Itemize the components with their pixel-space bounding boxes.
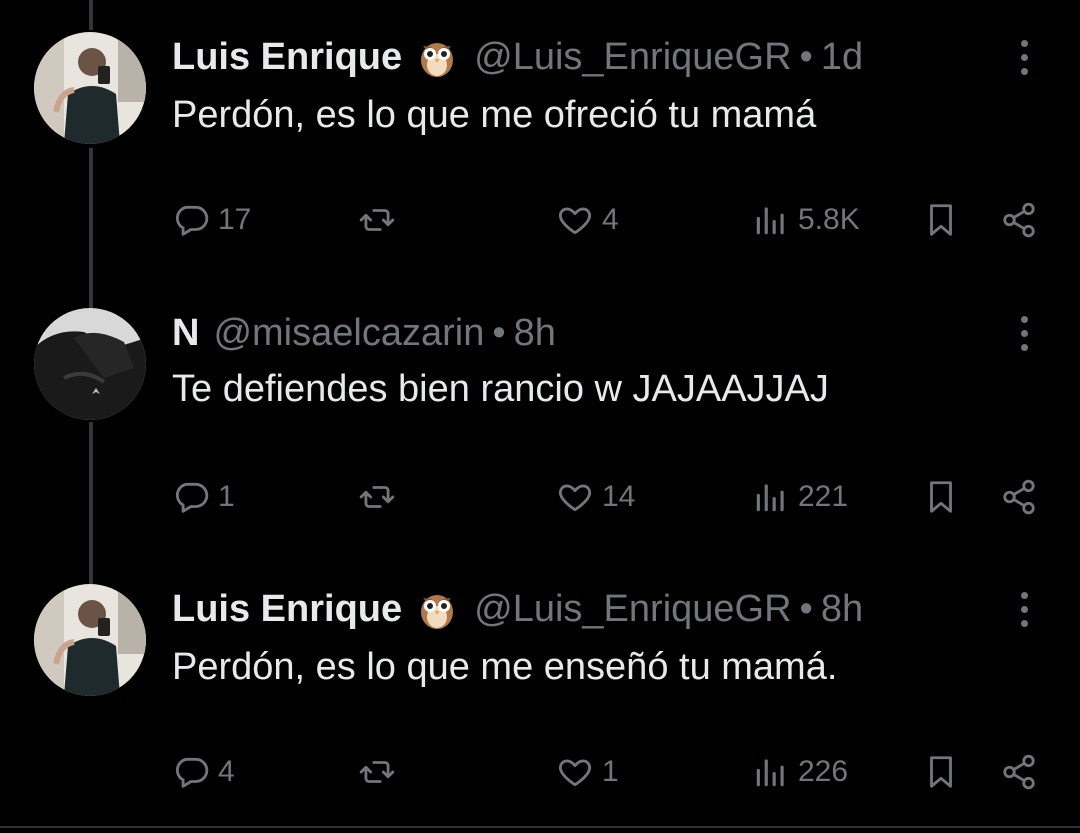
reply-icon [175,482,209,513]
like-button[interactable]: 4 [556,195,619,245]
tweet-header: Luis Enrique @Luis_EnriqueGR • 1d [172,32,863,82]
bookmark-icon [930,204,952,236]
user-handle[interactable]: @misaelcazarin [213,308,484,358]
separator-dot: • [492,312,506,354]
tweet-header: N @misaelcazarin • 8h [172,308,556,358]
timestamp[interactable]: 8h [514,308,556,358]
like-count: 1 [602,755,619,788]
more-icon[interactable] [1012,316,1036,356]
tweet[interactable]: N @misaelcazarin • 8h Te defiendes bien … [0,276,1080,552]
reply-button[interactable]: 1 [172,472,235,522]
reply-icon [175,205,209,236]
more-icon[interactable] [1012,40,1036,80]
tweet-text: Te defiendes bien rancio w JAJAAJJAJ [172,368,829,410]
heart-icon [558,484,592,512]
views-button[interactable]: 5.8K [752,195,860,245]
display-name[interactable]: Luis Enrique [172,584,402,634]
share-button[interactable] [1000,747,1038,797]
like-button[interactable]: 1 [556,747,619,797]
tweet-text: Perdón, es lo que me enseñó tu mamá. [172,646,838,688]
reply-count: 1 [218,480,235,513]
reply-button[interactable]: 17 [172,195,251,245]
views-icon [756,759,784,787]
divider [0,826,1080,828]
share-icon [1003,479,1035,515]
views-count: 226 [798,755,849,788]
avatar[interactable] [34,308,146,420]
retweet-icon [359,209,395,231]
separator-dot: • [799,36,813,78]
action-bar: 4 1 226 [0,747,1080,797]
more-icon[interactable] [1012,592,1036,632]
avatar[interactable] [34,32,146,144]
bookmark-icon [930,756,952,788]
tweet-header: Luis Enrique @Luis_EnriqueGR • 8h [172,584,863,634]
action-bar: 17 4 5.8K [0,195,1080,245]
user-handle[interactable]: @Luis_EnriqueGR [474,584,791,634]
retweet-button[interactable] [358,747,404,797]
share-button[interactable] [1000,472,1038,522]
share-icon [1003,754,1035,790]
heart-icon [558,759,592,787]
tweet[interactable]: Luis Enrique @Luis_EnriqueGR • 1d Perdón… [0,0,1080,276]
action-bar: 1 14 221 [0,472,1080,522]
like-button[interactable]: 14 [556,472,635,522]
retweet-button[interactable] [358,195,404,245]
views-button[interactable]: 221 [752,472,848,522]
heart-icon [558,207,592,235]
display-name[interactable]: Luis Enrique [172,32,402,82]
views-count: 5.8K [798,203,860,236]
tweet-text: Perdón, es lo que me ofreció tu mamá [172,94,817,136]
avatar[interactable] [34,584,146,696]
views-count: 221 [798,480,849,513]
reply-count: 17 [218,203,252,236]
tweet[interactable]: Luis Enrique @Luis_EnriqueGR • 8h Perdón… [0,552,1080,828]
views-icon [756,484,784,512]
like-count: 4 [602,203,619,236]
bookmark-button[interactable] [922,472,960,522]
owl-emoji-icon [421,43,454,77]
bookmark-icon [930,481,952,513]
retweet-icon [359,761,395,783]
reply-icon [175,757,209,788]
separator-dot: • [799,588,813,630]
views-icon [756,207,784,235]
retweet-icon [359,486,395,508]
reply-button[interactable]: 4 [172,747,235,797]
reply-count: 4 [218,755,235,788]
share-icon [1003,202,1035,238]
bookmark-button[interactable] [922,195,960,245]
views-button[interactable]: 226 [752,747,848,797]
owl-emoji-icon [421,595,454,629]
share-button[interactable] [1000,195,1038,245]
bookmark-button[interactable] [922,747,960,797]
retweet-button[interactable] [358,472,404,522]
like-count: 14 [602,480,636,513]
timestamp[interactable]: 1d [821,32,863,82]
timestamp[interactable]: 8h [821,584,863,634]
user-handle[interactable]: @Luis_EnriqueGR [474,32,791,82]
display-name[interactable]: N [172,308,199,358]
